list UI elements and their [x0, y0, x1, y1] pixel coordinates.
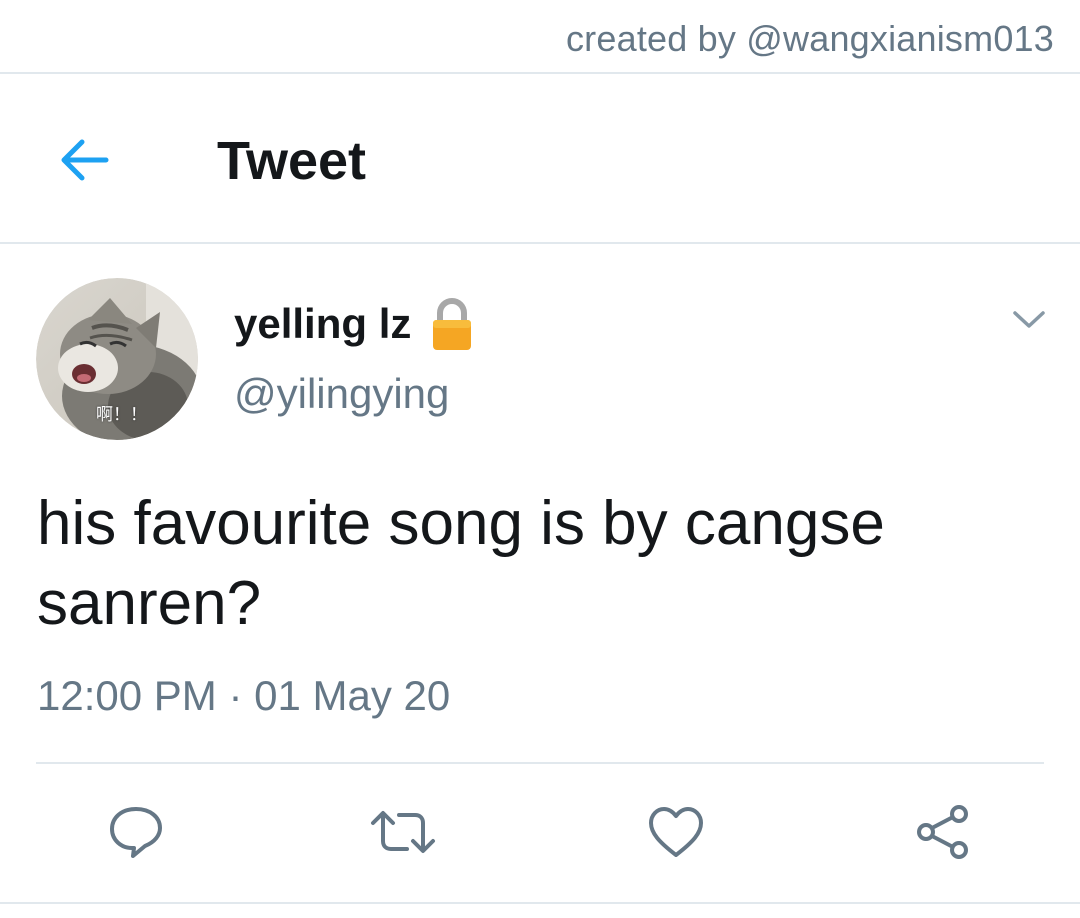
- page-title: Tweet: [217, 131, 367, 191]
- back-button[interactable]: [48, 128, 120, 192]
- credit-bar: created by @wangxianism013: [0, 0, 1080, 74]
- author-handle[interactable]: @yilingying: [234, 370, 449, 418]
- display-name: yelling lz: [234, 300, 412, 347]
- reply-button[interactable]: [98, 798, 174, 866]
- share-button[interactable]: [906, 798, 982, 866]
- retweet-button[interactable]: [365, 798, 441, 866]
- more-options-button[interactable]: [1006, 300, 1052, 340]
- heart-icon: [649, 807, 703, 857]
- tweet-timestamp[interactable]: 12:00 PM · 01 May 20: [37, 672, 450, 720]
- author-name-row[interactable]: yelling lz: [234, 292, 473, 356]
- action-divider: [36, 762, 1044, 764]
- like-button[interactable]: [638, 798, 714, 866]
- credit-text: created by @wangxianism013: [565, 18, 1054, 59]
- share-nodes-icon: [917, 805, 968, 859]
- arrow-left-icon: [61, 139, 109, 181]
- retweet-arrows-icon: [371, 811, 435, 853]
- bottom-divider: [0, 902, 1080, 904]
- tweet-header: Tweet: [0, 74, 1080, 244]
- tweet-text: his favourite song is by cangse sanren?: [37, 489, 885, 638]
- lock-icon: [431, 296, 473, 352]
- avatar-caption: 啊！！: [96, 405, 147, 425]
- chevron-down-icon: [1013, 311, 1045, 328]
- avatar[interactable]: 啊！！: [36, 278, 198, 440]
- speech-bubble-icon: [110, 807, 162, 858]
